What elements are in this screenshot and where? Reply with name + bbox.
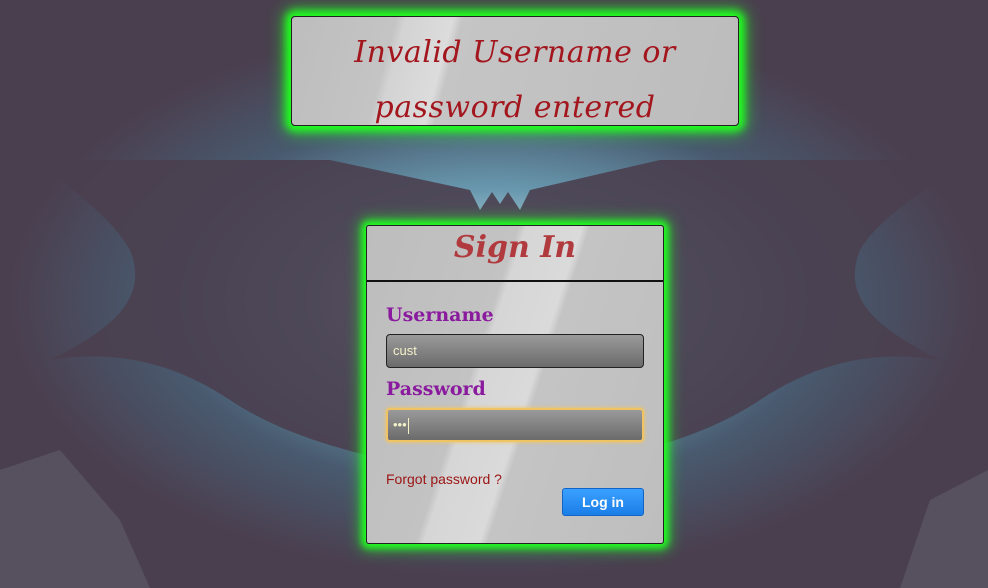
panel-title: Sign In	[453, 230, 577, 265]
username-value: cust	[393, 343, 417, 358]
error-message: Invalid Username or password entered	[354, 35, 676, 125]
password-label: Password	[386, 378, 486, 400]
password-input[interactable]: •••	[386, 408, 644, 442]
login-button[interactable]: Log in	[562, 488, 644, 516]
forgot-password-link[interactable]: Forgot password ?	[386, 471, 502, 487]
login-form: Username cust Password ••• Forgot passwo…	[367, 304, 663, 516]
password-value: •••	[393, 417, 407, 432]
login-panel: Sign In Username cust Password ••• Forgo…	[366, 225, 664, 544]
username-input[interactable]: cust	[386, 334, 644, 368]
error-alert: Invalid Username or password entered	[291, 16, 739, 126]
text-cursor	[407, 417, 409, 434]
form-footer: Forgot password ? Log in	[386, 442, 644, 516]
panel-header: Sign In	[367, 226, 663, 282]
username-label: Username	[386, 304, 494, 326]
